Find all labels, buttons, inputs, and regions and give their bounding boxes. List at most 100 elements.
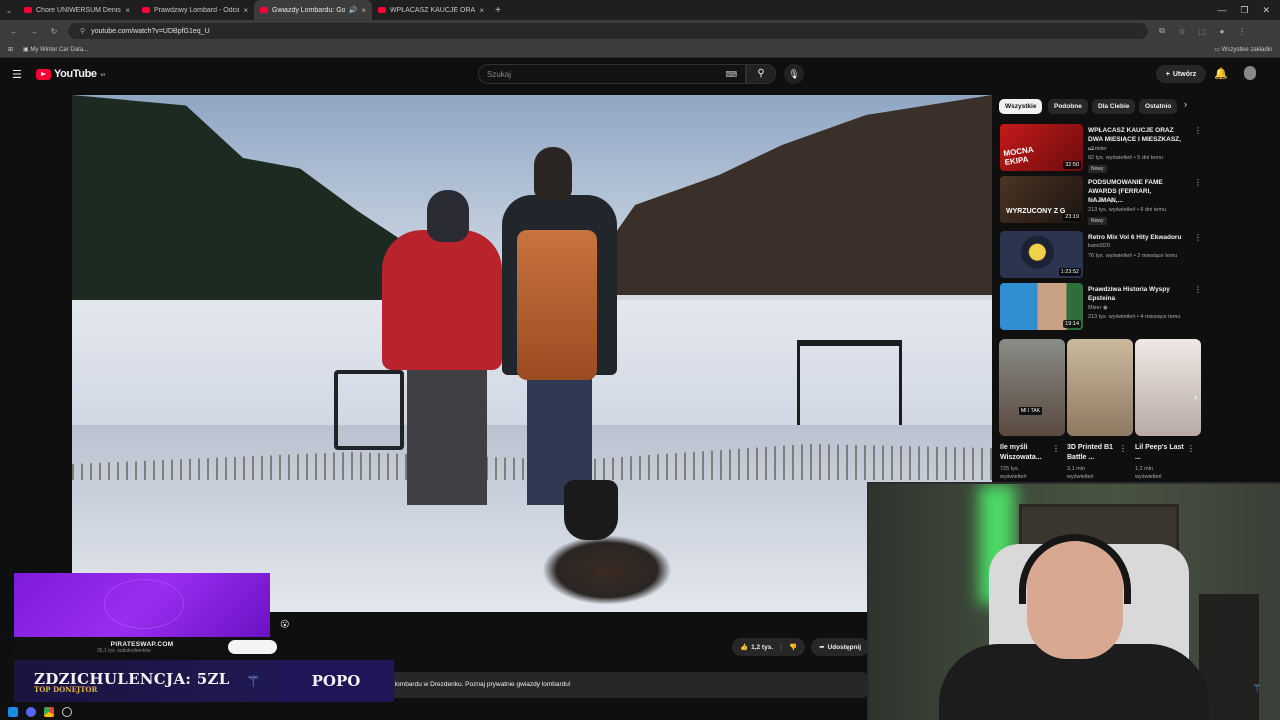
recommendation-item[interactable]: MOCNA EKIPA 32:50 WPŁACASZ KAUCJE ORAZ DWA… [1000,124,1202,173]
install-icon[interactable]: ⧉ [1156,26,1168,36]
extensions-icon[interactable]: ⬚ [1196,27,1208,36]
subscribe-button[interactable] [228,640,277,654]
channel-name-text: Mixer [1088,305,1102,311]
video-thumbnail[interactable]: 19:14 [1000,283,1083,330]
obs-icon[interactable] [62,706,72,717]
more-options-icon[interactable]: ⋮ [1194,285,1202,294]
chip-recent[interactable]: Ostatnio [1139,99,1178,114]
chrome-icon[interactable] [44,706,54,717]
keyboard-icon[interactable]: ⌨ [725,70,737,79]
recommendation-item[interactable]: 1:23:52 Retro Mix Vol 6 Hity Ekwadoru ka… [1000,231,1202,279]
recommendation-item[interactable]: WYRZUCONY Z G 23:19 PODSUMOWANIE FAME AWA… [1000,176,1202,225]
logo-text: YouTube [54,68,97,80]
reload-icon[interactable]: ↻ [48,27,60,36]
short-title[interactable]: 3D Printed B1 Battle ... [1067,443,1119,463]
hamburger-menu-icon[interactable]: ☰ [12,68,22,81]
bookmark-item[interactable]: ▣ My Winter Car Data... [23,46,88,53]
short-more-icon[interactable]: ⋮ [1119,444,1127,453]
profile-icon[interactable]: ● [1216,27,1228,36]
browser-tab[interactable]: Chore UNIWERSUM Denisa Zał × [18,0,136,20]
channel-name[interactable]: eXmiter [1088,146,1107,152]
notifications-bell-icon[interactable]: 🔔 [1214,67,1228,80]
short-views-count: 725 tys. [1000,466,1020,472]
bookmark-label: My Winter Car Data... [30,47,89,53]
recommendation-item[interactable]: 19:14 Prawdziwa Historia Wyspy Epsteina … [1000,283,1202,331]
forward-icon[interactable]: → [28,27,40,36]
avatar[interactable] [1244,66,1256,80]
all-bookmarks-link[interactable]: ▭ Wszystkie zakładki [1214,46,1272,53]
thumbs-up-icon: 👍 [740,644,749,651]
close-tab-icon[interactable]: × [125,6,130,15]
video-thumbnail[interactable]: WYRZUCONY Z G 23:19 [1000,176,1083,223]
more-options-icon[interactable]: ⋮ [1194,178,1202,187]
browser-tab[interactable]: WPŁACASZ KAUCJE ORAZ DWA× [372,0,490,20]
create-button[interactable]: + Utwórz [1156,65,1206,83]
top-donor-label: TOP DONEJTOR [34,685,98,694]
search-button[interactable]: ⚲ [746,64,776,84]
video-meta: 82 tys. wyświetleń • 5 dni temu [1088,155,1163,161]
channel-name[interactable]: ebe ebe ◉ [1088,198,1114,204]
close-tab-icon[interactable]: × [479,6,484,15]
audio-icon[interactable]: 🔊 [349,6,358,14]
more-options-icon[interactable]: ⋮ [1194,233,1202,242]
close-window-icon[interactable]: ✕ [1262,5,1270,16]
short-more-icon[interactable]: ⋮ [1052,444,1060,453]
chips-next-icon[interactable]: › [1184,99,1187,109]
bookmark-star-icon[interactable]: ☆ [1176,27,1188,36]
menu-icon[interactable]: ⋮ [1236,27,1248,36]
sponsor-pattern [104,579,184,629]
webcam-overlay [867,482,1280,720]
apps-icon[interactable]: ⊞ [8,46,13,53]
minimize-icon[interactable]: — [1217,5,1226,15]
logo-country: NT [100,71,106,77]
short-thumbnail[interactable]: MI I TAK [999,339,1065,436]
channel-name[interactable]: Mixer ◉ [1088,305,1108,311]
shorts-next-icon[interactable]: › [1194,392,1197,403]
subscriber-count: 35,1 tys. subskrybentów [97,648,151,654]
close-tab-icon[interactable]: × [243,6,248,15]
video-camp-chair [334,370,404,450]
thumbs-down-icon[interactable]: 👎 [789,643,797,651]
chip-related[interactable]: Podobne [1048,99,1088,114]
short-title[interactable]: Lil Peep's Last ... [1135,443,1187,463]
channel-name[interactable]: kamil320 [1088,243,1110,249]
like-button[interactable]: 👍 1,2 tys. | 👎 [732,638,806,656]
sponsor-banner [14,573,270,637]
windows-start-icon[interactable] [8,706,18,717]
youtube-favicon-icon [24,7,32,13]
video-player[interactable] [72,95,992,612]
site-info-icon[interactable]: ⚲ [80,27,85,35]
tab-list-icon[interactable]: ⌄ [0,6,18,15]
share-button[interactable]: ➦ Udostępnij [811,638,870,656]
video-camp-table [797,340,902,425]
back-icon[interactable]: ← [8,27,20,36]
share-icon: ➦ [819,644,825,651]
new-tab-icon[interactable]: + [490,5,506,16]
short-more-icon[interactable]: ⋮ [1187,444,1195,453]
search-placeholder: Szukaj [487,70,512,79]
chip-all[interactable]: Wszystkie [999,99,1043,114]
short-thumbnail[interactable] [1135,339,1201,436]
more-options-icon[interactable]: ⋮ [1194,126,1202,135]
youtube-favicon-icon [142,7,150,13]
short-views-label: wyświetleń [1135,474,1162,480]
voice-search-button[interactable]: 🎙 [784,64,804,84]
video-title[interactable]: Retro Mix Vol 6 Hity Ekwadoru [1088,233,1188,242]
short-title[interactable]: Ile myśli Wiszowata... [1000,443,1052,463]
short-thumbnail[interactable] [1067,339,1133,436]
search-icon: ⚲ [757,68,765,79]
youtube-logo[interactable]: YouTube NT [36,68,106,80]
short-views: 1,2 mln wyświetleń [1135,465,1162,481]
video-thumbnail[interactable]: 1:23:52 [1000,231,1083,278]
search-input[interactable]: Szukaj ⌨ [478,64,746,84]
browser-tab-active[interactable]: Gwiazdy Lombardu: Gotuje 🔊× [254,0,372,20]
video-title[interactable]: Prawdziwa Historia Wyspy Epsteina [1088,285,1188,303]
tab-title: Prawdziwy Lombard - Odcinek [154,6,239,14]
maximize-icon[interactable]: ❐ [1240,5,1248,16]
discord-icon[interactable] [26,706,36,717]
chip-for-you[interactable]: Dla Ciebie [1092,99,1136,114]
video-thumbnail[interactable]: MOCNA EKIPA 32:50 [1000,124,1083,171]
browser-tab[interactable]: Prawdziwy Lombard - Odcinek × [136,0,254,20]
close-tab-icon[interactable]: × [361,6,366,15]
url-field[interactable]: ⚲ youtube.com/watch?v=UDBpfG1eq_U [68,23,1148,39]
